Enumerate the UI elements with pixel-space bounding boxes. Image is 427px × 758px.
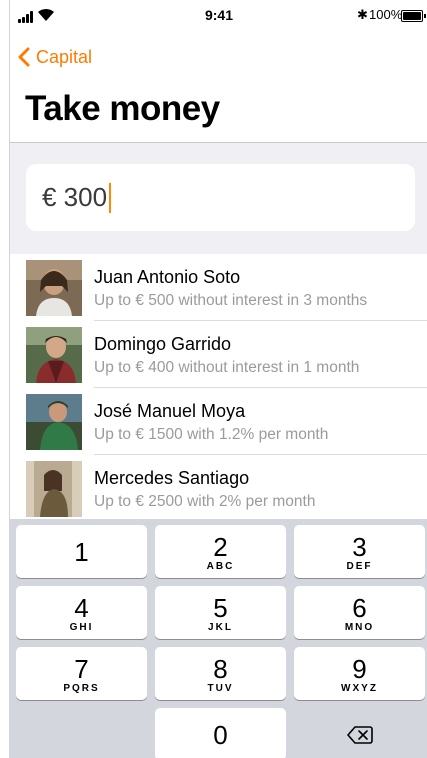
battery-percentage: 100% xyxy=(369,7,403,22)
text-caret xyxy=(109,182,112,213)
navigation-bar: Capital Take money xyxy=(10,30,427,143)
key-5[interactable]: 5 JKL xyxy=(155,586,286,639)
lender-row[interactable]: Mercedes Santiago Up to € 2500 with 2% p… xyxy=(10,455,427,519)
lender-name: Domingo Garrido xyxy=(94,334,232,354)
lender-list: Juan Antonio Soto Up to € 500 without in… xyxy=(10,254,427,519)
avatar xyxy=(26,260,82,316)
amount-value: € 300 xyxy=(42,182,108,212)
lender-terms: Up to € 400 without interest in 1 month xyxy=(94,359,360,376)
lender-terms: Up to € 2500 with 2% per month xyxy=(94,493,316,510)
key-6[interactable]: 6 MNO xyxy=(294,586,425,639)
lender-name: Mercedes Santiago xyxy=(94,468,250,488)
key-letters: TUV xyxy=(207,683,234,694)
key-digit: 4 xyxy=(74,593,89,623)
key-digit: 0 xyxy=(213,720,228,750)
lender-terms: Up to € 500 without interest in 3 months xyxy=(94,292,368,309)
key-digit: 6 xyxy=(352,593,367,623)
key-4[interactable]: 4 GHI xyxy=(16,586,147,639)
backspace-icon xyxy=(346,725,373,744)
lender-row[interactable]: José Manuel Moya Up to € 1500 with 1.2% … xyxy=(10,388,427,455)
avatar xyxy=(26,461,82,517)
key-2[interactable]: 2 ABC xyxy=(155,525,286,578)
avatar xyxy=(26,327,82,383)
key-9[interactable]: 9 WXYZ xyxy=(294,647,425,700)
lender-row[interactable]: Juan Antonio Soto Up to € 500 without in… xyxy=(10,254,427,321)
status-bar: 9:41 ✱ 100% xyxy=(10,0,427,30)
key-digit: 2 xyxy=(213,532,228,562)
key-letters: MNO xyxy=(344,622,375,633)
page-title: Take money xyxy=(25,89,220,128)
key-0[interactable]: 0 xyxy=(155,708,286,758)
key-digit: 7 xyxy=(74,654,89,684)
bluetooth-icon: ✱ xyxy=(357,7,368,22)
key-letters: GHI xyxy=(69,622,94,633)
delete-key[interactable] xyxy=(294,708,425,758)
key-digit: 3 xyxy=(352,532,367,562)
key-digit: 5 xyxy=(213,593,228,623)
battery-icon xyxy=(401,10,426,22)
phone-screen: 9:41 ✱ 100% Capital Take money € 300 Jua… xyxy=(9,0,427,758)
lender-name: José Manuel Moya xyxy=(94,401,246,421)
key-letters: ABC xyxy=(206,561,235,572)
key-digit: 9 xyxy=(352,654,367,684)
lender-terms: Up to € 1500 with 1.2% per month xyxy=(94,426,329,443)
key-letters: WXYZ xyxy=(341,683,378,694)
key-letters: PQRS xyxy=(63,683,100,694)
back-label: Capital xyxy=(36,46,93,67)
key-digit: 1 xyxy=(74,537,89,567)
avatar xyxy=(26,394,82,450)
key-8[interactable]: 8 TUV xyxy=(155,647,286,700)
chevron-left-icon xyxy=(18,47,30,67)
key-3[interactable]: 3 DEF xyxy=(294,525,425,578)
key-7[interactable]: 7 PQRS xyxy=(16,647,147,700)
back-button[interactable]: Capital xyxy=(18,44,92,70)
key-digit: 8 xyxy=(213,654,228,684)
key-letters: JKL xyxy=(208,622,233,633)
key-empty xyxy=(16,708,147,758)
key-letters: DEF xyxy=(346,561,373,572)
lender-name: Juan Antonio Soto xyxy=(94,267,241,287)
amount-input[interactable]: € 300 xyxy=(26,164,415,231)
key-1[interactable]: 1 xyxy=(16,525,147,578)
numeric-keypad: 1 2 ABC 3 DEF 4 GHI 5 JKL 6 MNO 7 PQRS 8… xyxy=(10,519,427,758)
lender-row[interactable]: Domingo Garrido Up to € 400 without inte… xyxy=(10,321,427,388)
